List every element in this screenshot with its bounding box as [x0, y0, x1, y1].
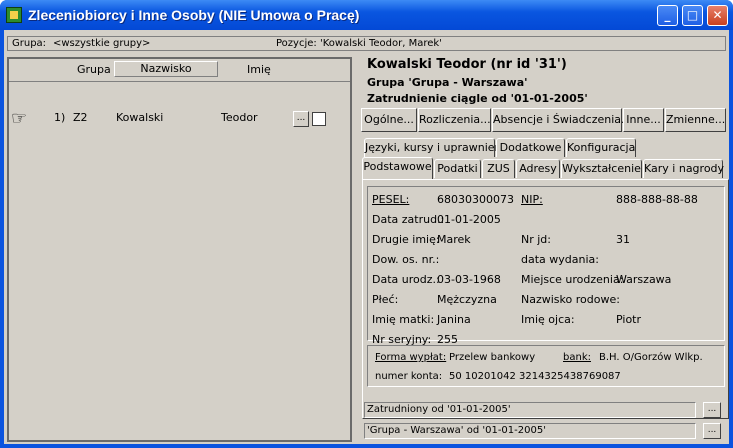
nr-jd-label: Nr jd: — [521, 233, 551, 246]
group-status-button[interactable]: ... — [703, 423, 721, 439]
employee-employment: Zatrudnienie ciągle od '01-01-2005' — [367, 92, 588, 105]
employee-title: Kowalski Teodor (nr id '31') — [367, 57, 567, 72]
miejsce-value: Warszawa — [616, 273, 672, 286]
dow-label: Dow. os. nr.: — [372, 253, 440, 266]
ogolne-button[interactable]: Ogólne... — [361, 108, 417, 132]
data-urodz-value: 03-03-1968 — [437, 273, 501, 286]
employee-list: Grupa Nazwisko Imię ☞ 1) Z2 Kowalski Teo… — [7, 57, 352, 442]
plec-label: Płeć: — [372, 293, 399, 306]
group-label: Grupa: — [12, 38, 47, 49]
tab-konfiguracja[interactable]: Konfiguracja — [566, 138, 636, 157]
tab-kary-nagrody[interactable]: Kary i nagrody — [643, 159, 724, 178]
tab-jezyki[interactable]: Języki, kursy i uprawnienia — [364, 138, 511, 157]
window-bottom-edge — [0, 444, 733, 448]
nr-jd-value: 31 — [616, 233, 630, 246]
absencje-button[interactable]: Absencje i Świadczenia... — [492, 108, 632, 132]
row-name[interactable]: Teodor — [221, 111, 258, 124]
row-surname[interactable]: Kowalski — [116, 111, 163, 124]
tab-wyksztalcenie[interactable]: Wykształcenie — [561, 159, 642, 178]
minimize-button[interactable]: _ — [657, 5, 678, 26]
bank-value: B.H. O/Gorzów Wlkp. — [599, 352, 703, 363]
client-area: Grupa: <wszystkie grupy> Pozycje: 'Kowal… — [4, 30, 729, 444]
tab-podstawowe[interactable]: Podstawowe — [362, 157, 433, 179]
row-group[interactable]: Z2 — [73, 111, 88, 124]
col-header-surname[interactable]: Nazwisko — [114, 61, 218, 77]
drugie-imie-value: Marek — [437, 233, 471, 246]
zmienne-button[interactable]: Zmienne... — [665, 108, 726, 132]
forma-label: Forma wypłat: — [375, 352, 447, 363]
pesel-label: PESEL: — [372, 193, 410, 206]
konto-label: numer konta: — [375, 371, 443, 382]
tab-panel-podstawowe: PESEL: 68030300073 NIP: 888-888-88-88 Da… — [362, 179, 729, 419]
title-bar[interactable]: Zleceniobiorcy i Inne Osoby (NIE Umowa o… — [0, 0, 733, 30]
imie-ojca-value: Piotr — [616, 313, 642, 326]
pesel-value: 68030300073 — [437, 193, 514, 206]
row-details-button[interactable]: ... — [293, 111, 309, 127]
tab-dodatkowe[interactable]: Dodatkowe — [496, 138, 565, 157]
imie-matki-label: Imię matki: — [372, 313, 435, 326]
nazwisko-rod-label: Nazwisko rodowe: — [521, 293, 620, 306]
tab-podatki[interactable]: Podatki — [434, 159, 481, 178]
nip-label: NIP: — [521, 193, 543, 206]
app-icon — [6, 7, 22, 23]
row-checkbox[interactable] — [312, 112, 326, 126]
group-value: <wszystkie grupy> — [53, 38, 151, 49]
nr-seryjny-value: 255 — [437, 333, 458, 346]
data-zatrud-label: Data zatrud.: — [372, 213, 445, 226]
group-status-field: 'Grupa - Warszawa' od '01-01-2005' — [364, 423, 696, 439]
data-urodz-label: Data urodz.: — [372, 273, 440, 286]
col-header-name[interactable]: Imię — [247, 63, 271, 76]
close-button[interactable]: ✕ — [707, 5, 728, 26]
pointing-hand-icon: ☞ — [11, 108, 28, 129]
plec-value: Mężczyzna — [437, 293, 497, 306]
position-value: 'Kowalski Teodor, Marek' — [320, 38, 442, 49]
konto-value: 50 10201042 3214325438769087 — [449, 371, 621, 382]
employee-group: Grupa 'Grupa - Warszawa' — [367, 76, 528, 89]
col-header-group[interactable]: Grupa — [77, 63, 111, 76]
group-bar: Grupa: <wszystkie grupy> Pozycje: 'Kowal… — [7, 36, 726, 51]
rozliczenia-button[interactable]: Rozliczenia... — [418, 108, 491, 132]
inne-button[interactable]: Inne... — [623, 108, 664, 132]
window-title: Zleceniobiorcy i Inne Osoby (NIE Umowa o… — [28, 7, 360, 23]
header-divider — [9, 81, 350, 82]
bank-label: bank: — [563, 352, 591, 363]
imie-ojca-label: Imię ojca: — [521, 313, 575, 326]
row-number[interactable]: 1) — [54, 111, 65, 124]
employment-status-field: Zatrudniony od '01-01-2005' — [364, 402, 696, 418]
maximize-button[interactable]: □ — [682, 5, 703, 26]
nr-seryjny-label: Nr seryjny: — [372, 333, 432, 346]
nip-value: 888-888-88-88 — [616, 193, 698, 206]
position-label: Pozycje: — [276, 38, 317, 49]
miejsce-label: Miejsce urodzenia: — [521, 273, 624, 286]
forma-value: Przelew bankowy — [449, 352, 536, 363]
data-zatrud-value: 01-01-2005 — [437, 213, 501, 226]
tab-zus[interactable]: ZUS — [482, 159, 515, 178]
drugie-imie-label: Drugie imię: — [372, 233, 440, 246]
data-wydania-label: data wydania: — [521, 253, 599, 266]
tab-adresy[interactable]: Adresy — [516, 159, 560, 178]
employment-status-button[interactable]: ... — [703, 402, 721, 418]
imie-matki-value: Janina — [437, 313, 471, 326]
app-window: Zleceniobiorcy i Inne Osoby (NIE Umowa o… — [0, 0, 733, 448]
